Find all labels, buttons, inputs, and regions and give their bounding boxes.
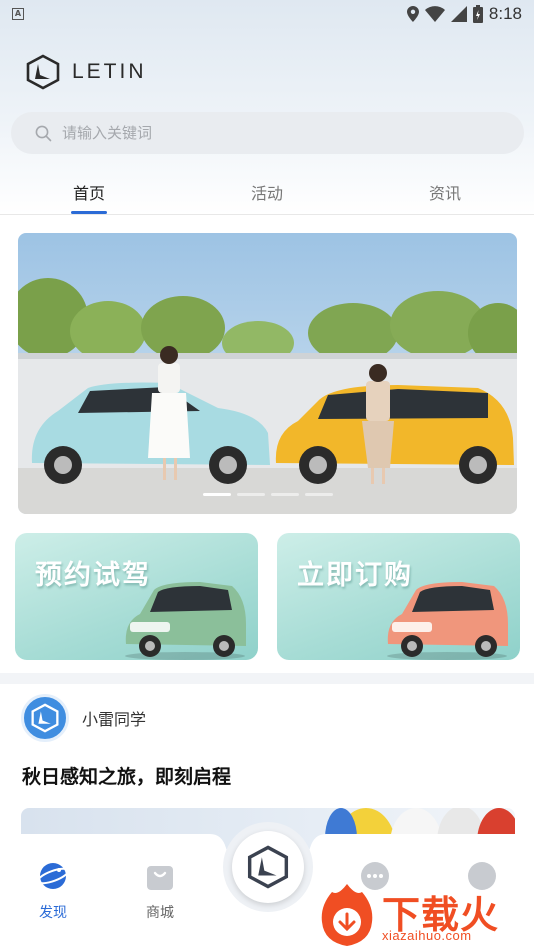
search-bar[interactable] (11, 112, 524, 154)
banner-carousel[interactable] (18, 233, 517, 514)
coral-car-image (387, 582, 508, 660)
banner-image (18, 233, 517, 514)
brand-logo: LETIN (26, 54, 147, 90)
planet-icon (36, 863, 70, 889)
author-name[interactable]: 小雷同学 (82, 706, 146, 730)
carousel-dot-2[interactable] (236, 493, 265, 496)
watermark-url: xiazaihuo.com (382, 928, 472, 943)
center-home-inner[interactable] (232, 831, 304, 903)
carousel-dot-4[interactable] (304, 493, 333, 496)
post-title[interactable]: 秋日感知之旅，即刻启程 (22, 762, 231, 789)
letin-logo-icon (26, 54, 60, 90)
order-now-card[interactable]: 立即订购 (277, 533, 520, 660)
letin-avatar-icon (31, 703, 59, 733)
nav-discover-label: 发现 (39, 905, 67, 921)
nav-discover[interactable]: 发现 (23, 860, 83, 922)
watermark-logo-icon (321, 884, 373, 946)
post-author[interactable]: 小雷同学 (21, 694, 146, 742)
green-car-image (125, 582, 246, 660)
battery-icon (472, 5, 483, 23)
signal-icon (450, 6, 467, 22)
status-bar: A 8:18 (0, 0, 534, 28)
shopping-bag-icon (147, 866, 173, 890)
location-icon (406, 6, 419, 22)
search-input[interactable] (62, 124, 462, 142)
brand-name: LETIN (72, 60, 147, 83)
center-home-button[interactable] (223, 822, 313, 912)
status-time: 8:18 (488, 4, 522, 23)
search-icon (35, 125, 52, 141)
wifi-icon (424, 6, 445, 22)
watermark: 下载火 xiazaihuo.com (316, 878, 534, 950)
letin-center-icon (247, 845, 289, 889)
tab-bar: 首页 活动 资讯 (0, 172, 534, 215)
carousel-dot-1[interactable] (202, 493, 231, 496)
nav-mall-label: 商城 (146, 905, 174, 921)
tab-news[interactable]: 资讯 (356, 172, 534, 214)
tab-activities[interactable]: 活动 (178, 172, 356, 214)
carousel-indicator (18, 493, 517, 496)
nav-mall[interactable]: 商城 (130, 860, 190, 922)
avatar[interactable] (21, 694, 69, 742)
test-drive-card[interactable]: 预约试驾 (15, 533, 258, 660)
tab-home[interactable]: 首页 (0, 172, 178, 214)
carousel-dot-3[interactable] (270, 493, 299, 496)
notification-icon: A (12, 8, 24, 20)
